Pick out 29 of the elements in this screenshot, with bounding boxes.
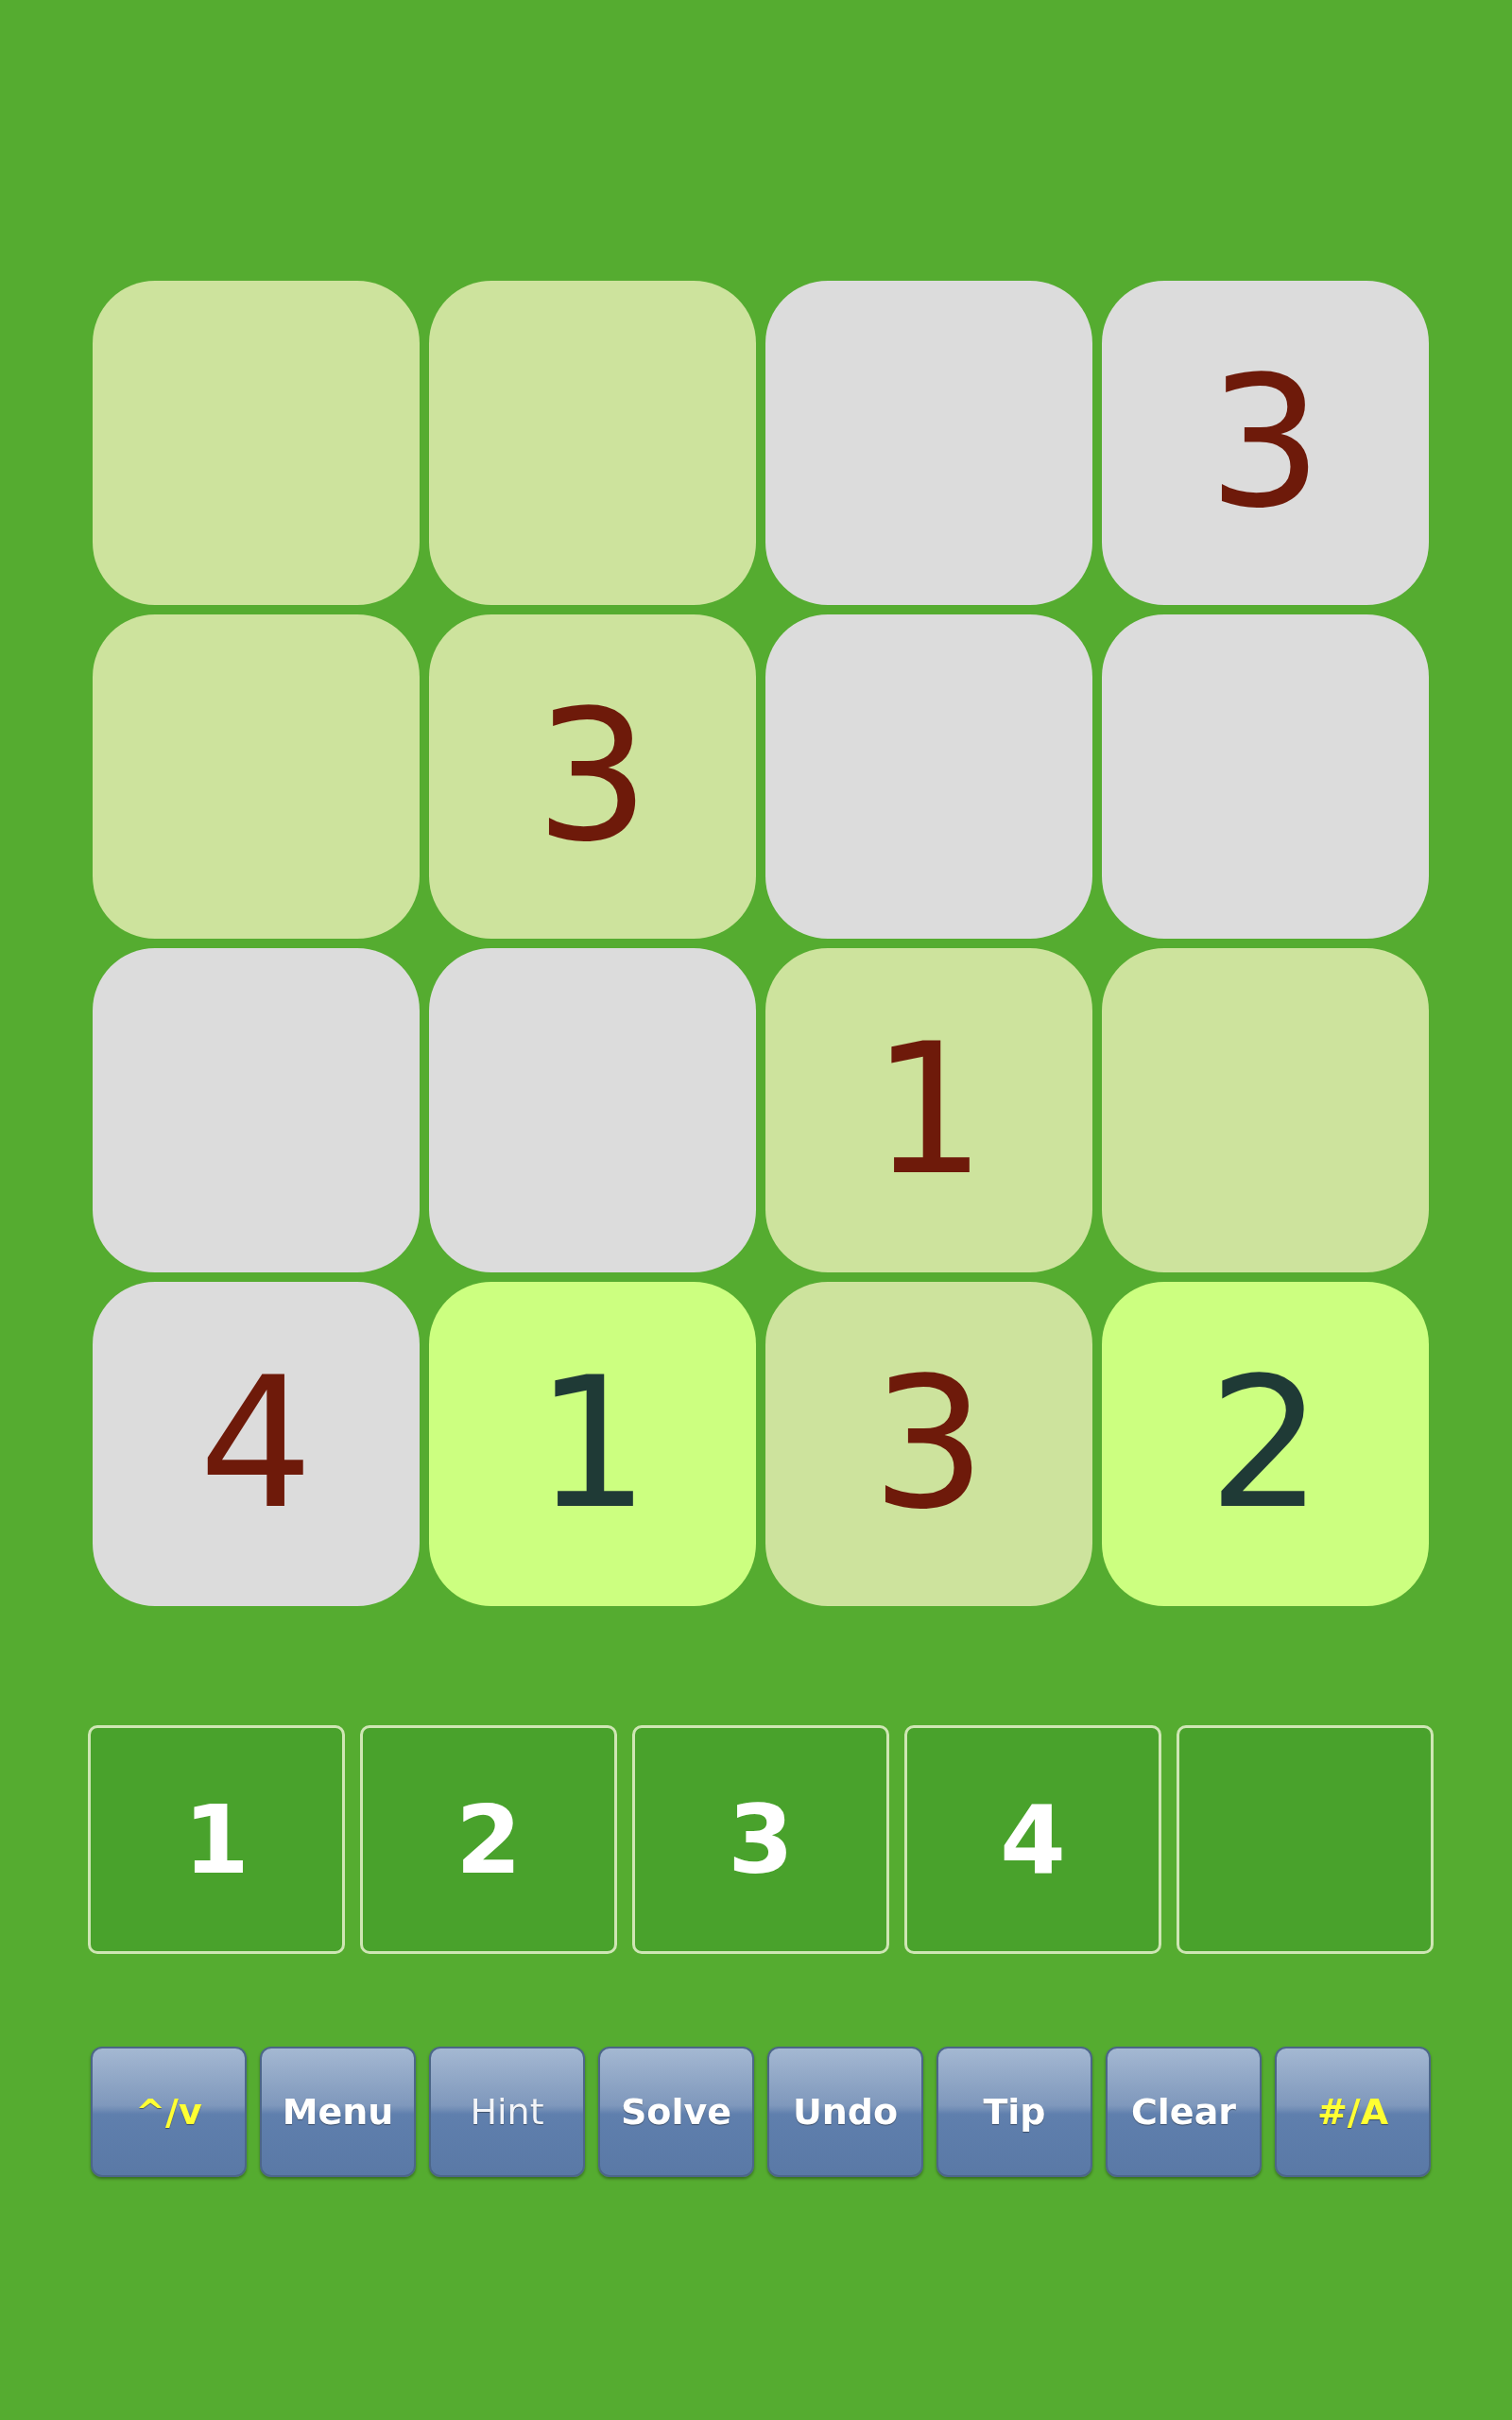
toolbar-button[interactable]: Solve bbox=[598, 2047, 754, 2177]
toolbar-button[interactable]: #/A bbox=[1275, 2047, 1431, 2177]
number-key[interactable]: 2 bbox=[360, 1725, 617, 1954]
grid-cell[interactable]: 3 bbox=[1102, 281, 1429, 605]
number-key[interactable]: 4 bbox=[904, 1725, 1161, 1954]
grid-cell[interactable]: 3 bbox=[765, 1282, 1092, 1606]
grid-cell[interactable]: 3 bbox=[429, 614, 756, 939]
grid-cell[interactable]: 1 bbox=[765, 948, 1092, 1272]
grid-cell[interactable] bbox=[1102, 614, 1429, 939]
grid-cell[interactable] bbox=[765, 614, 1092, 939]
grid-cell[interactable]: 2 bbox=[1102, 1282, 1429, 1606]
toolbar-button[interactable]: Hint bbox=[429, 2047, 585, 2177]
grid-cell[interactable] bbox=[93, 281, 420, 605]
toolbar-button[interactable]: Undo bbox=[767, 2047, 923, 2177]
number-key[interactable]: 3 bbox=[632, 1725, 889, 1954]
grid-cell[interactable] bbox=[429, 281, 756, 605]
grid-cell[interactable] bbox=[1102, 948, 1429, 1272]
number-key[interactable]: 1 bbox=[88, 1725, 345, 1954]
toolbar-button[interactable]: Tip bbox=[936, 2047, 1092, 2177]
grid-cell[interactable] bbox=[765, 281, 1092, 605]
grid-cell[interactable] bbox=[93, 614, 420, 939]
blank-key[interactable] bbox=[1177, 1725, 1434, 1954]
toolbar-button[interactable]: Menu bbox=[260, 2047, 416, 2177]
grid-cell[interactable]: 1 bbox=[429, 1282, 756, 1606]
grid-cell[interactable] bbox=[93, 948, 420, 1272]
toolbar-button[interactable]: Clear bbox=[1106, 2047, 1262, 2177]
toolbar-button[interactable]: ^/v bbox=[91, 2047, 247, 2177]
grid-cell[interactable] bbox=[429, 948, 756, 1272]
grid-cell[interactable]: 4 bbox=[93, 1282, 420, 1606]
